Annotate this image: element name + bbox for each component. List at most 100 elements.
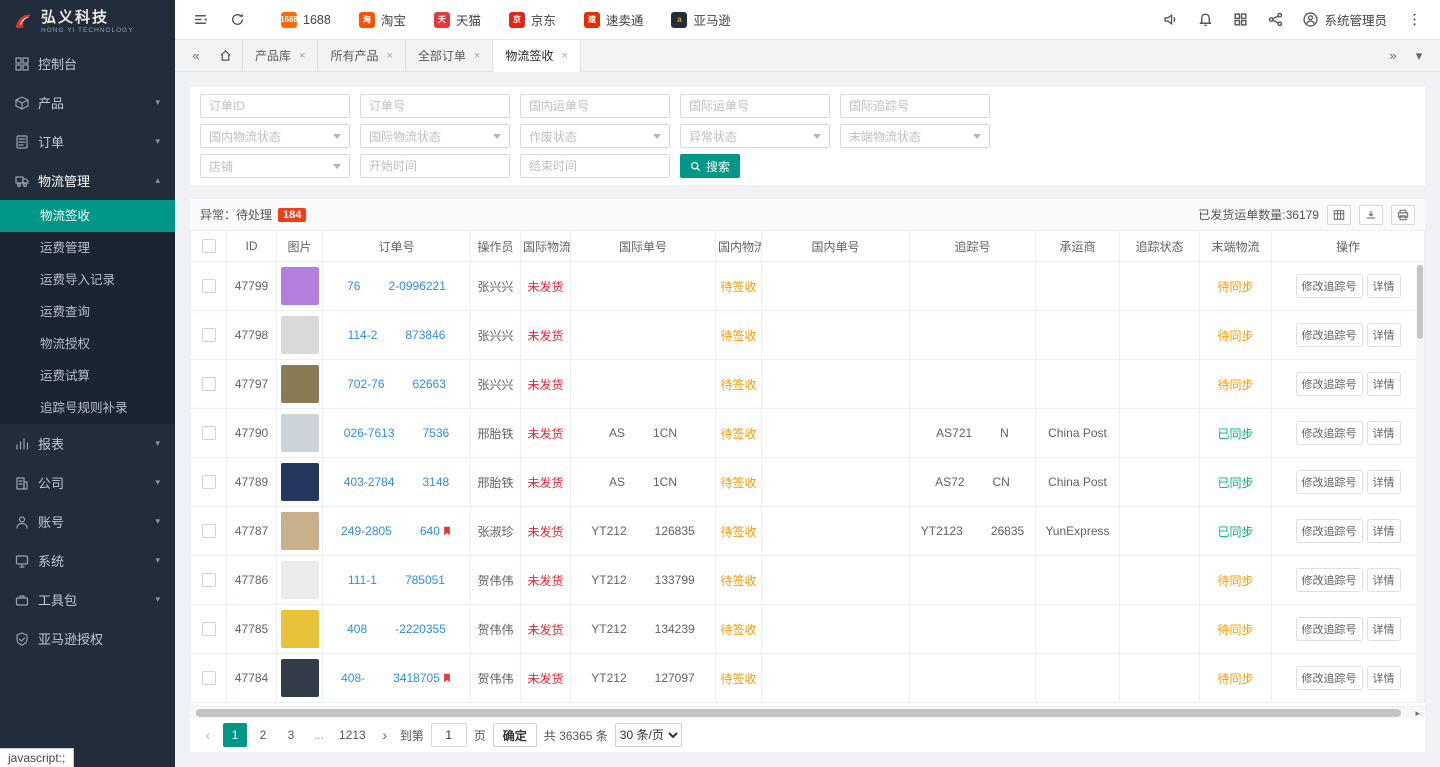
row-checkbox[interactable] <box>202 475 216 489</box>
detail-button[interactable]: 详情 <box>1367 568 1401 592</box>
row-checkbox[interactable] <box>202 573 216 587</box>
select-all-checkbox[interactable] <box>202 239 216 253</box>
modify-tracking-button[interactable]: 修改追踪号 <box>1296 568 1363 592</box>
sidebar-item-dashboard[interactable]: 控制台 <box>0 44 175 83</box>
page-button[interactable]: 1 <box>223 723 247 747</box>
row-checkbox[interactable] <box>202 671 216 685</box>
sidebar-subitem[interactable]: 物流签收 <box>0 200 175 232</box>
order-number-link[interactable]: 026-76137536 <box>344 426 449 440</box>
bell-icon[interactable] <box>1198 12 1213 27</box>
product-thumbnail[interactable] <box>281 610 319 648</box>
user-menu[interactable]: 系统管理员 <box>1303 10 1387 29</box>
refresh-icon[interactable] <box>230 12 245 27</box>
menu-fold-icon[interactable] <box>193 12 208 27</box>
sidebar-subitem[interactable]: 追踪号规则补录 <box>0 392 175 424</box>
tabs-menu-icon[interactable]: ▾ <box>1406 48 1432 64</box>
confirm-button[interactable]: 确定 <box>493 723 537 747</box>
share-nodes-icon[interactable] <box>1268 12 1283 27</box>
platform-link[interactable]: 淘 淘宝 <box>359 10 406 29</box>
end-time-input[interactable] <box>520 154 670 178</box>
sidebar-item-toolkit[interactable]: 工具包 ▾ <box>0 580 175 619</box>
detail-button[interactable]: 详情 <box>1367 666 1401 690</box>
row-checkbox[interactable] <box>202 426 216 440</box>
row-checkbox[interactable] <box>202 328 216 342</box>
sidebar-item-company[interactable]: 公司 ▾ <box>0 463 175 502</box>
detail-button[interactable]: 详情 <box>1367 519 1401 543</box>
shop-select[interactable]: 店铺 <box>200 154 350 178</box>
detail-button[interactable]: 详情 <box>1367 372 1401 396</box>
platform-link[interactable]: 京 京东 <box>509 10 556 29</box>
filter-input[interactable] <box>200 94 350 118</box>
row-checkbox[interactable] <box>202 622 216 636</box>
scroll-right-arrow-icon[interactable]: ▸ <box>1415 707 1420 719</box>
product-thumbnail[interactable] <box>281 463 319 501</box>
tab-close-icon[interactable]: × <box>561 50 567 62</box>
sidebar-item-amazon[interactable]: 亚马逊授权 <box>0 619 175 658</box>
tabs-scroll-right-icon[interactable]: » <box>1380 48 1406 63</box>
row-checkbox[interactable] <box>202 524 216 538</box>
speaker-icon[interactable] <box>1163 12 1178 27</box>
sidebar-subitem[interactable]: 运费试算 <box>0 360 175 392</box>
apps-grid-icon[interactable] <box>1233 12 1248 27</box>
export-button[interactable] <box>1359 205 1383 225</box>
tab-item[interactable]: 产品库 × <box>243 40 318 72</box>
sidebar-subitem[interactable]: 运费查询 <box>0 296 175 328</box>
modify-tracking-button[interactable]: 修改追踪号 <box>1296 323 1363 347</box>
detail-button[interactable]: 详情 <box>1367 617 1401 641</box>
detail-button[interactable]: 详情 <box>1367 323 1401 347</box>
tab-item[interactable]: 所有产品 × <box>318 40 405 72</box>
detail-button[interactable]: 详情 <box>1367 470 1401 494</box>
tabs-scroll-left-icon[interactable]: « <box>183 48 209 63</box>
sidebar-item-report[interactable]: 报表 ▾ <box>0 424 175 463</box>
platform-link[interactable]: 1688 1688 <box>281 12 331 28</box>
sidebar-item-product[interactable]: 产品 ▾ <box>0 83 175 122</box>
tab-active[interactable]: 物流签收 × <box>493 40 580 72</box>
page-button[interactable]: 3 <box>279 723 303 747</box>
product-thumbnail[interactable] <box>281 316 319 354</box>
filter-input[interactable] <box>520 94 670 118</box>
modify-tracking-button[interactable]: 修改追踪号 <box>1296 274 1363 298</box>
filter-select[interactable]: 异常状态 <box>680 124 830 148</box>
page-button[interactable]: 1213 <box>335 723 370 747</box>
product-thumbnail[interactable] <box>281 659 319 697</box>
sidebar-subitem[interactable]: 运费管理 <box>0 232 175 264</box>
modify-tracking-button[interactable]: 修改追踪号 <box>1296 617 1363 641</box>
order-number-link[interactable]: 111-1785051 <box>348 573 445 587</box>
order-number-link[interactable]: 762-0996221 <box>347 279 446 293</box>
product-thumbnail[interactable] <box>281 414 319 452</box>
product-thumbnail[interactable] <box>281 365 319 403</box>
next-page-icon[interactable]: › <box>377 727 393 743</box>
order-number-link[interactable]: 114-2873846 <box>348 328 446 342</box>
more-dots-icon[interactable] <box>1407 12 1422 27</box>
sidebar-subitem[interactable]: 物流授权 <box>0 328 175 360</box>
filter-select[interactable]: 国内物流状态 <box>200 124 350 148</box>
horizontal-scrollbar[interactable]: ▸ <box>190 706 1425 718</box>
filter-input[interactable] <box>840 94 990 118</box>
order-number-link[interactable]: 408-3418705 <box>341 671 440 685</box>
tab-item[interactable]: 全部订单 × <box>406 40 493 72</box>
tab-close-icon[interactable]: × <box>386 50 392 62</box>
row-checkbox[interactable] <box>202 279 216 293</box>
sidebar-item-logistics[interactable]: 物流管理 ▴ <box>0 161 175 200</box>
detail-button[interactable]: 详情 <box>1367 274 1401 298</box>
sidebar-item-account[interactable]: 账号 ▾ <box>0 502 175 541</box>
order-number-link[interactable]: 249-2805640 <box>341 524 440 538</box>
tab-close-icon[interactable]: × <box>299 50 305 62</box>
page-button[interactable]: 2 <box>251 723 275 747</box>
modify-tracking-button[interactable]: 修改追踪号 <box>1296 666 1363 690</box>
sidebar-subitem[interactable]: 运费导入记录 <box>0 264 175 296</box>
modify-tracking-button[interactable]: 修改追踪号 <box>1296 421 1363 445</box>
vertical-scrollbar[interactable] <box>1416 263 1424 704</box>
column-settings-button[interactable] <box>1327 205 1351 225</box>
filter-input[interactable] <box>680 94 830 118</box>
product-thumbnail[interactable] <box>281 561 319 599</box>
detail-button[interactable]: 详情 <box>1367 421 1401 445</box>
product-thumbnail[interactable] <box>281 512 319 550</box>
row-checkbox[interactable] <box>202 377 216 391</box>
filter-select[interactable]: 国际物流状态 <box>360 124 510 148</box>
start-time-input[interactable] <box>360 154 510 178</box>
filter-select[interactable]: 末端物流状态 <box>840 124 990 148</box>
filter-input[interactable] <box>360 94 510 118</box>
prev-page-icon[interactable]: ‹ <box>200 727 216 743</box>
sidebar-item-system[interactable]: 系统 ▾ <box>0 541 175 580</box>
